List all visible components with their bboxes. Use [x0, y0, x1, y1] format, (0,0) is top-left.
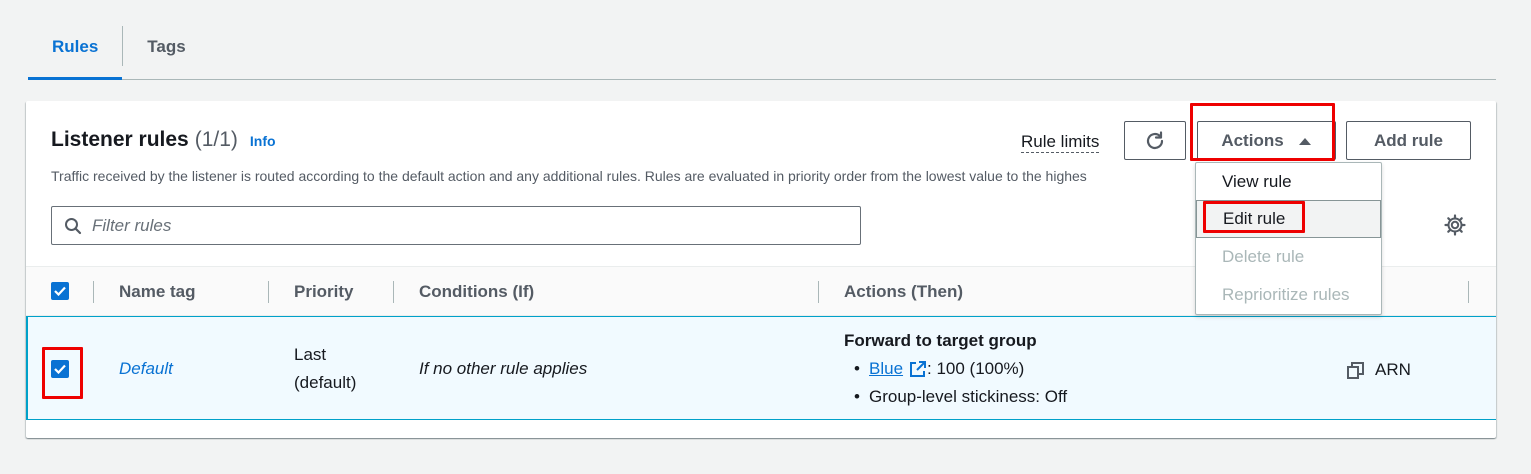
menu-item-edit-rule[interactable]: Edit rule	[1196, 200, 1381, 238]
column-divider	[1468, 281, 1469, 303]
search-icon	[65, 217, 82, 234]
filter-rules-input[interactable]	[92, 215, 832, 236]
row-checkbox[interactable]	[51, 360, 69, 378]
column-header-name-tag[interactable]: Name tag	[119, 282, 196, 302]
target-group-link[interactable]: Blue	[869, 359, 903, 379]
actions-button[interactable]: Actions	[1197, 121, 1336, 160]
add-rule-button[interactable]: Add rule	[1346, 121, 1471, 160]
column-divider	[818, 281, 819, 303]
refresh-button[interactable]	[1124, 121, 1186, 160]
bullet: •	[854, 359, 860, 378]
tab-rules[interactable]: Rules	[28, 26, 123, 80]
rule-name-link[interactable]: Default	[119, 359, 173, 379]
table-row[interactable]: Default Last (default) If no other rule …	[26, 316, 1496, 420]
arn-label: ARN	[1375, 360, 1411, 379]
gear-icon[interactable]	[1444, 214, 1466, 236]
rule-count: (1/1)	[194, 128, 238, 151]
column-header-priority[interactable]: Priority	[294, 282, 354, 302]
action-title: Forward to target group	[844, 331, 1037, 350]
select-all-checkbox[interactable]	[51, 282, 69, 300]
conditions-text: If no other rule applies	[419, 359, 588, 378]
external-link-icon[interactable]	[909, 361, 926, 378]
priority-value: Last	[294, 345, 327, 364]
column-divider	[268, 281, 269, 303]
filter-rules-field[interactable]	[51, 206, 861, 245]
actions-button-label: Actions	[1221, 130, 1284, 150]
caret-up-icon	[1298, 137, 1311, 145]
info-link[interactable]: Info	[250, 133, 276, 149]
copy-icon[interactable]	[1347, 362, 1364, 379]
menu-item-delete-rule: Delete rule	[1222, 247, 1305, 266]
panel-title: Listener rules	[51, 128, 189, 151]
tab-tags[interactable]: Tags	[123, 26, 209, 79]
target-weight: : 100 (100%)	[927, 359, 1025, 378]
panel-description: Traffic received by the listener is rout…	[51, 168, 1087, 184]
rule-limits-link[interactable]: Rule limits	[1021, 132, 1100, 153]
checkmark-icon	[54, 286, 66, 296]
menu-item-view-rule[interactable]: View rule	[1196, 163, 1381, 201]
column-header-conditions[interactable]: Conditions (If)	[419, 282, 534, 302]
panel-title-row: Listener rules (1/1) Info	[51, 128, 276, 152]
column-header-actions[interactable]: Actions (Then)	[844, 282, 963, 302]
stickiness-text: Group-level stickiness: Off	[869, 387, 1068, 406]
refresh-icon	[1146, 130, 1164, 149]
column-divider	[393, 281, 394, 303]
column-divider	[93, 281, 94, 303]
tab-bar: Rules Tags	[28, 26, 1496, 80]
actions-dropdown-menu: View rule Edit rule Delete rule Repriori…	[1195, 162, 1382, 315]
checkmark-icon	[54, 364, 66, 374]
menu-item-reprioritize-rules: Reprioritize rules	[1222, 285, 1350, 304]
priority-default: (default)	[294, 373, 357, 392]
bullet: •	[854, 387, 860, 406]
